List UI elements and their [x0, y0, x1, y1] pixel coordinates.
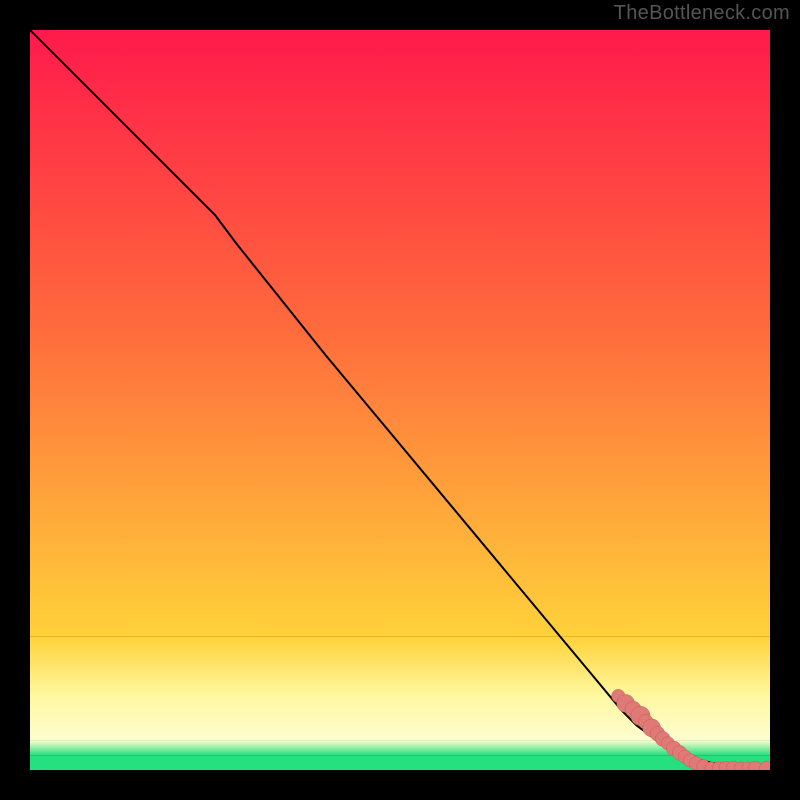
chart-plot-area: [30, 30, 770, 770]
chart-frame: TheBottleneck.com: [0, 0, 800, 800]
watermark-text: TheBottleneck.com: [614, 2, 790, 25]
chart-svg: [30, 30, 770, 770]
